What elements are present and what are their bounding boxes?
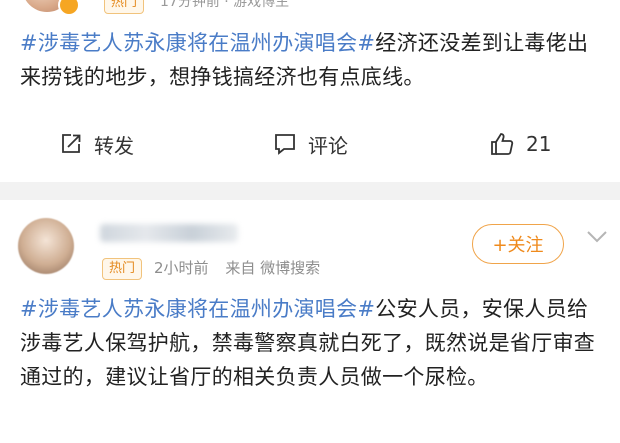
post-body: #涉毒艺人苏永康将在温州办演唱会#经济还没差到让毒佬出来捞钱的地步，想挣钱搞经济… [20,26,605,94]
post-body: #涉毒艺人苏永康将在温州办演唱会#公安人员，安保人员给涉毒艺人保驾护航，禁毒警察… [20,292,605,394]
post-source[interactable]: 来自 微博搜索 [225,259,320,277]
like-count: 21 [526,132,552,156]
hashtag-link[interactable]: #涉毒艺人苏永康将在温州办演唱会# [20,297,375,321]
post-card-2: 热门 2小时前 来自 微博搜索 +关注 #涉毒艺人苏永康将在温州办演唱会#公安人… [0,200,620,443]
hot-badge: 热门 [104,0,145,14]
thumbs-up-icon [491,133,514,155]
comment-icon [275,134,295,155]
repost-label: 转发 [94,133,134,158]
chevron-down-icon[interactable] [586,230,608,244]
verified-badge-icon [58,0,80,16]
repost-button[interactable]: 转发 [58,124,134,164]
avatar[interactable] [18,218,74,274]
post-meta: 2小时前 来自 微博搜索 [154,258,320,278]
like-button[interactable]: 21 [488,124,551,164]
repost-icon [62,134,81,153]
follow-button[interactable]: +关注 [472,224,564,264]
action-bar: 转发 评论 21 [0,124,620,164]
hot-badge: 热门 [102,258,143,280]
post-card-1: 热门 17分钟前 · 游戏博主 #涉毒艺人苏永康将在温州办演唱会#经济还没差到让… [0,0,620,182]
post-time: 2小时前 [154,259,209,277]
comment-label: 评论 [308,133,348,158]
follow-label: +关注 [492,235,544,256]
hashtag-link[interactable]: #涉毒艺人苏永康将在温州办演唱会# [20,31,375,55]
section-divider [0,182,620,200]
username-blurred[interactable] [100,224,238,242]
post-meta: 17分钟前 · 游戏博主 [160,0,290,10]
comment-button[interactable]: 评论 [272,124,348,164]
